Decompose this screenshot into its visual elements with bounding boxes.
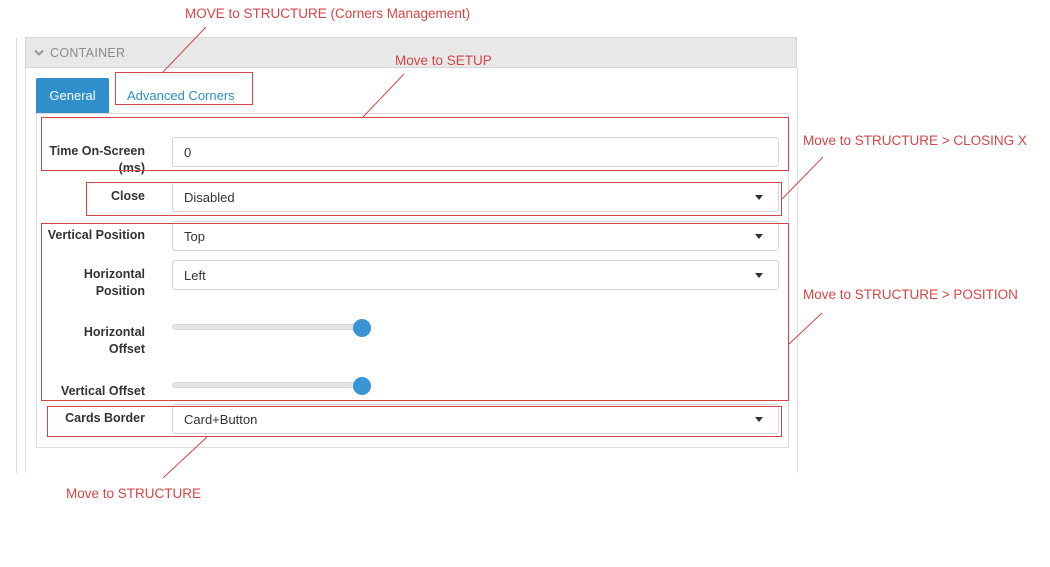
annotation-corners: MOVE to STRUCTURE (Corners Management) [185, 6, 471, 21]
annotation-leader-lines [162, 26, 824, 479]
annotation-position: Move to STRUCTURE > POSITION [803, 287, 1018, 302]
leader-line-corners [162, 26, 207, 73]
annotation-structure: Move to STRUCTURE [66, 486, 202, 501]
annotation-setup: Move to SETUP [395, 53, 492, 68]
leader-line-structure [162, 436, 208, 479]
leader-line-closing-x [781, 156, 824, 200]
leader-line-position [788, 312, 823, 345]
leader-line-setup [362, 73, 405, 118]
annotation-closing-x: Move to STRUCTURE > CLOSING X [803, 133, 1027, 148]
